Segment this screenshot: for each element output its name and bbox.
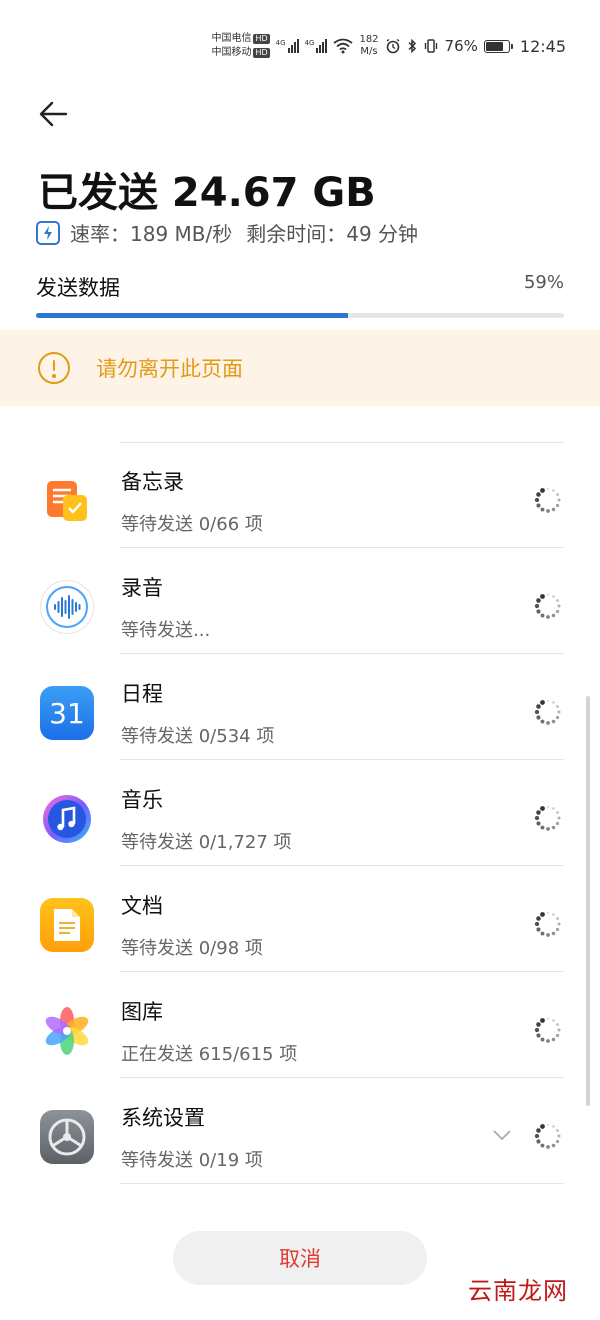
list-item: 文档 等待发送 0/98 项 [0,866,600,972]
hd-badge: HD [253,34,270,44]
carrier-info: 中国电信 HD 中国移动 HD [211,32,270,60]
bluetooth-icon [408,38,416,54]
warning-text: 请勿离开此页面 [96,357,243,381]
page-title: 已发送 24.67 GB [38,170,376,216]
item-name: 录音 [121,576,163,600]
loading-spinner-icon [534,805,561,831]
network-type: 4G [304,39,315,47]
music-icon [40,792,94,846]
network-type: 4G [275,39,286,47]
item-status: 等待发送 0/534 项 [121,726,275,747]
chevron-down-icon[interactable] [492,1128,512,1142]
loading-spinner-icon [534,911,561,937]
carrier-2: 中国移动 [211,47,252,58]
list-item: 备忘录 等待发送 0/66 项 [0,442,600,548]
loading-spinner-icon [534,699,561,725]
item-name: 文档 [121,894,163,918]
scrollbar[interactable] [586,696,590,1106]
signal-icon: 4G [276,39,299,53]
send-data-label: 发送数据 [36,276,120,300]
progress-percent: 59% [523,272,564,293]
carrier-1: 中国电信 [211,33,252,44]
item-status: 等待发送 0/98 项 [121,938,263,959]
settings-icon [40,1110,94,1164]
list-item: 31 日程 等待发送 0/534 项 [0,654,600,760]
exclamation-icon [38,352,70,384]
item-name: 系统设置 [121,1106,205,1130]
lightning-icon [36,220,60,245]
gallery-icon [40,1004,94,1058]
vibrate-icon [424,39,437,53]
clock: 12:45 [519,36,566,56]
item-name: 备忘录 [121,470,184,494]
loading-spinner-icon [534,487,561,513]
list-item: 音乐 等待发送 0/1,727 项 [0,760,600,866]
list-item: 录音 等待发送... [0,548,600,654]
list-item[interactable]: 系统设置 等待发送 0/19 项 [0,1078,600,1184]
warning-banner: 请勿离开此页面 [0,330,600,406]
status-bar: 中国电信 HD 中国移动 HD 4G 4G 182 M/s 76% 12:45 [211,28,566,64]
loading-spinner-icon [534,1017,561,1043]
item-name: 图库 [121,1000,163,1024]
watermark: 云南龙网 [468,1277,568,1305]
signal-icon: 4G [305,39,328,53]
wifi-icon [333,38,354,54]
item-name: 音乐 [121,788,163,812]
progress-fill [36,313,348,318]
send-progress-header: 发送数据 59% [36,272,564,302]
item-status: 正在发送 615/615 项 [121,1044,298,1065]
back-arrow-icon[interactable] [36,96,72,132]
item-status: 等待发送... [121,620,211,641]
alarm-icon [386,38,399,54]
calendar-icon: 31 [40,686,94,740]
hd-badge: HD [253,48,270,58]
cancel-button[interactable]: 取消 [173,1231,427,1285]
item-status: 等待发送 0/66 项 [121,514,263,535]
recorder-icon [40,580,94,634]
battery-percent: 76% [444,37,478,55]
loading-spinner-icon [534,593,561,619]
notepad-icon [40,474,94,528]
document-icon [40,898,94,952]
battery-icon [483,39,513,53]
item-status: 等待发送 0/19 项 [121,1150,263,1171]
transfer-rate: 速率：189 MB/秒 [70,222,233,246]
transfer-rate-line: 速率：189 MB/秒 剩余时间：49 分钟 [36,218,418,247]
progress-bar [36,313,564,318]
list-item: 图库 正在发送 615/615 项 [0,972,600,1078]
loading-spinner-icon [534,1123,561,1149]
item-name: 日程 [121,682,163,706]
item-status: 等待发送 0/1,727 项 [121,832,292,853]
remaining-time: 剩余时间：49 分钟 [246,222,419,246]
network-speed: 182 M/s [359,34,379,57]
